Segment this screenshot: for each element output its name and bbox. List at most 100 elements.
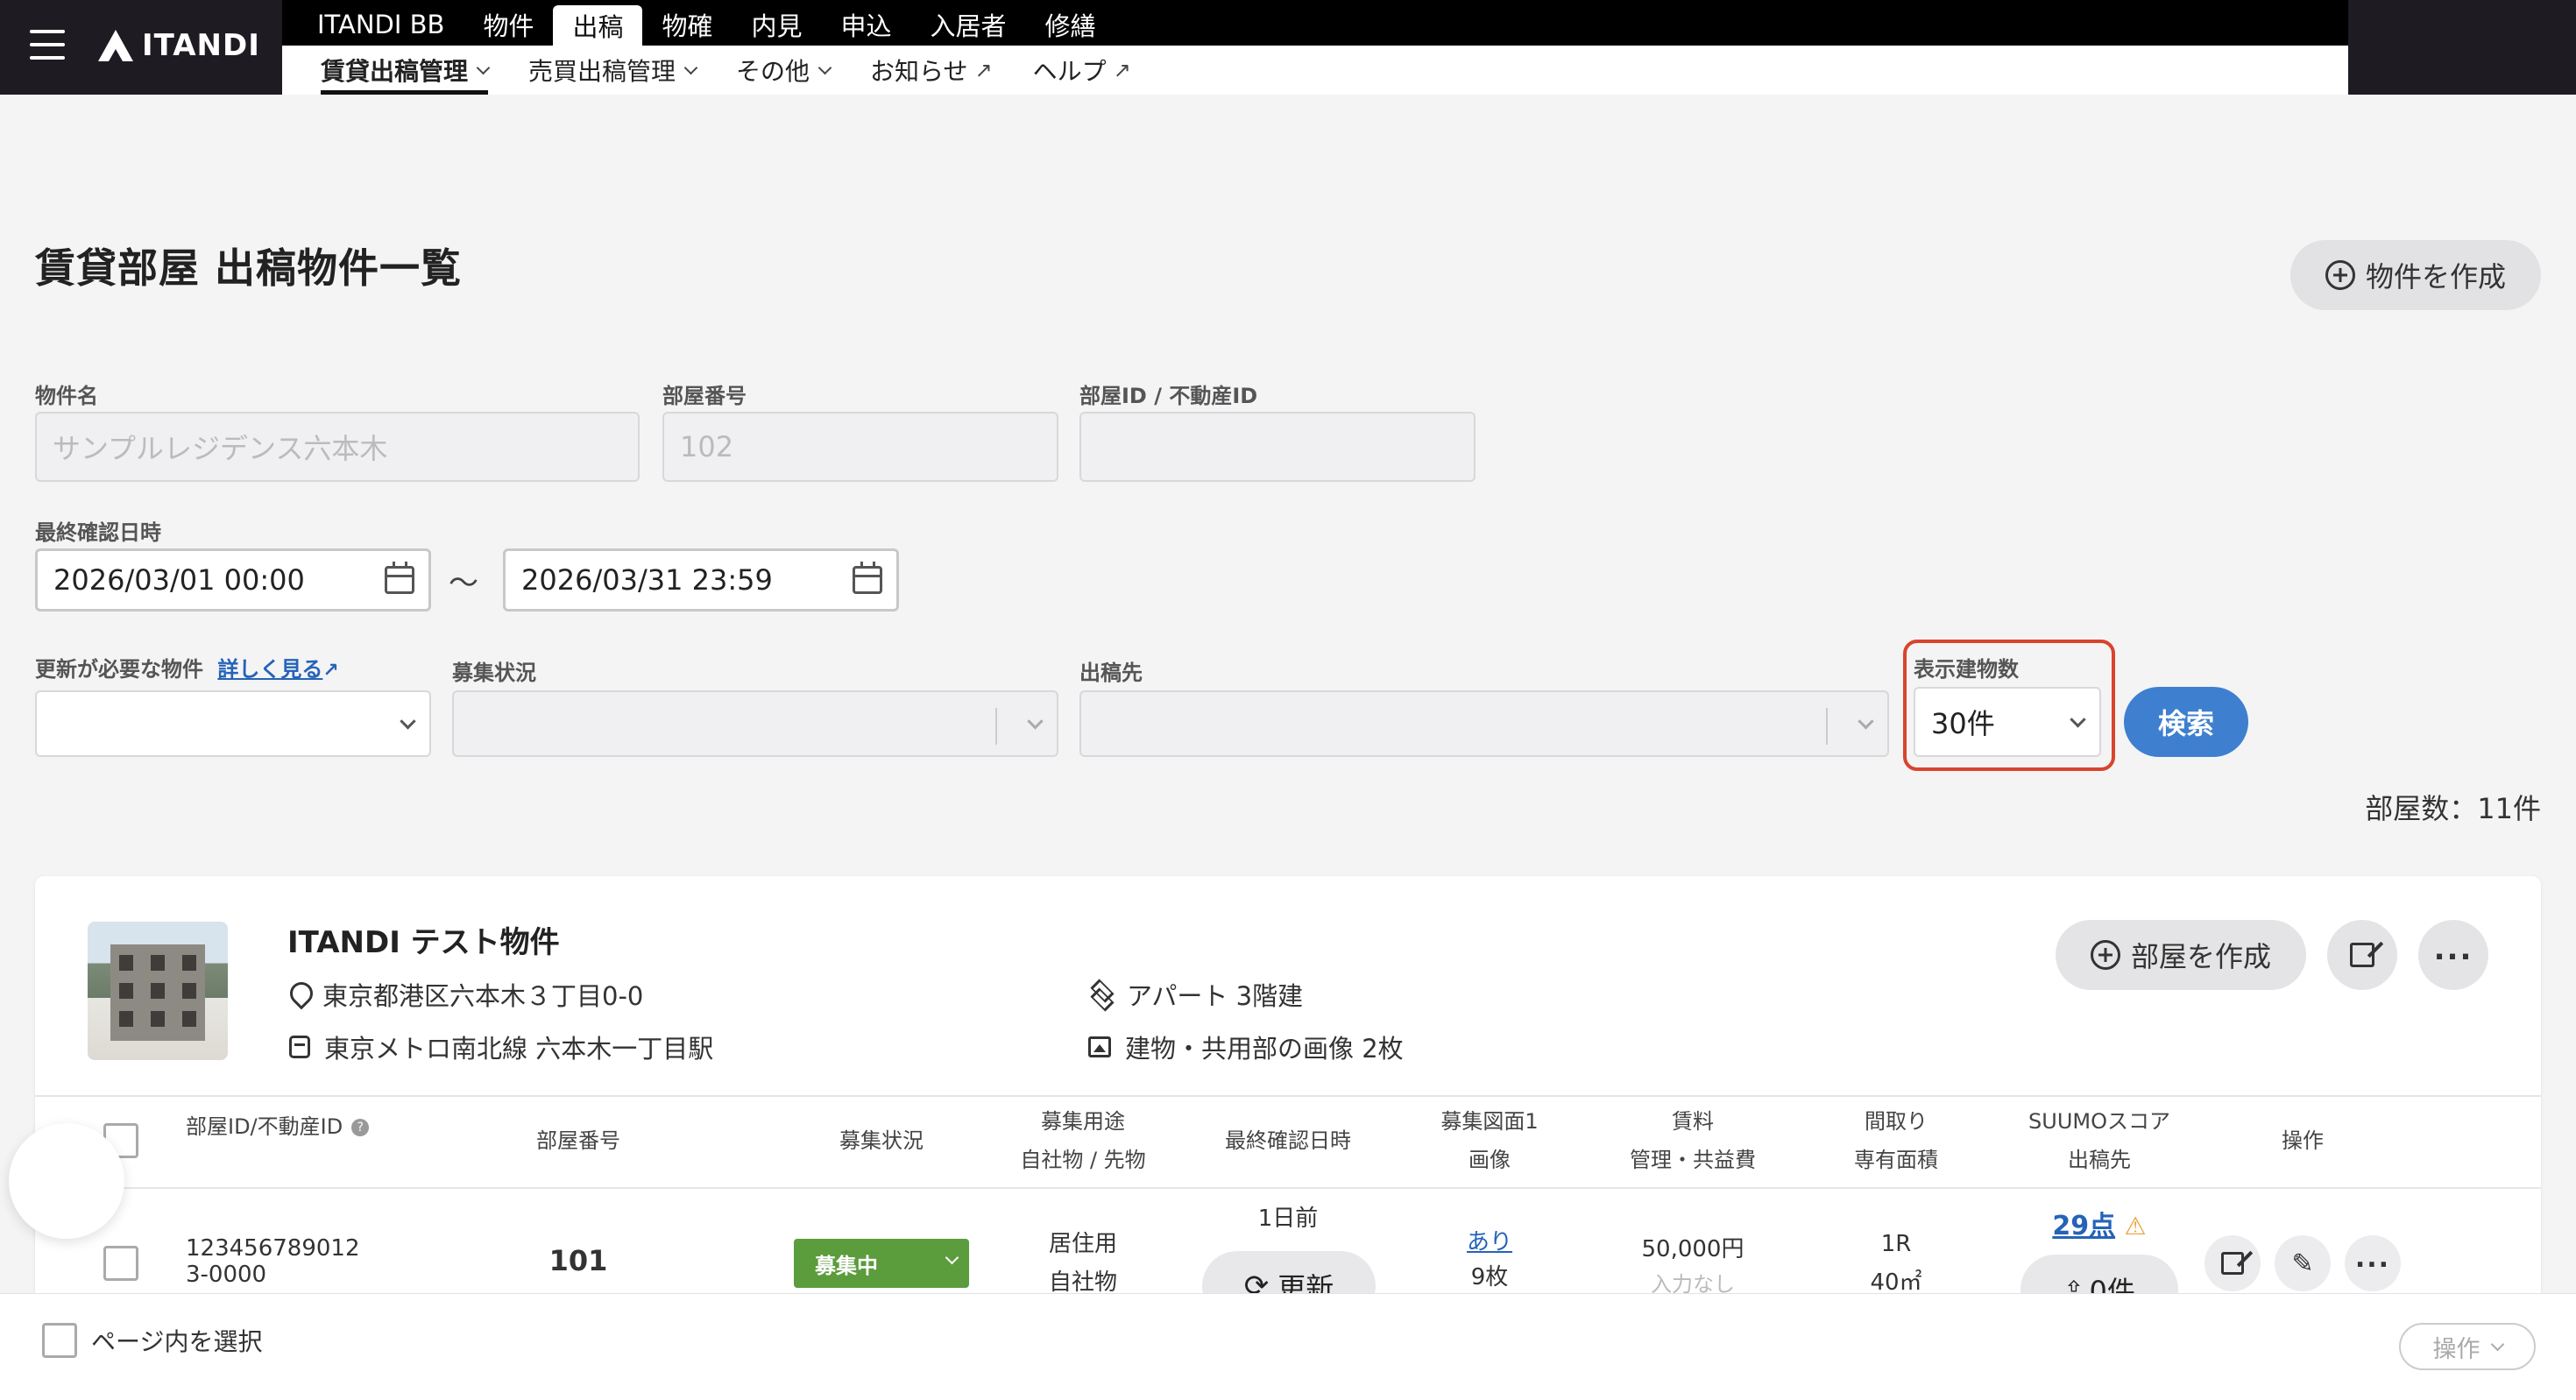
recruit-status-select[interactable] bbox=[452, 690, 1058, 757]
bulk-ops-button[interactable]: 操作 bbox=[2399, 1323, 2536, 1370]
create-room-button[interactable]: 部屋を作成 bbox=[2056, 920, 2306, 990]
header-last-confirmed: 最終確認日時 bbox=[1225, 1128, 1351, 1153]
plus-circle-icon bbox=[2325, 260, 2355, 290]
chevron-down-icon bbox=[945, 1250, 959, 1265]
edit-building-button[interactable] bbox=[2327, 920, 2397, 990]
header-plan-2: 画像 bbox=[1468, 1148, 1511, 1172]
header-status: 募集状況 bbox=[839, 1128, 924, 1153]
date-to-value: 2026/03/31 23:59 bbox=[521, 563, 773, 597]
more-options-button[interactable]: ... bbox=[2418, 920, 2488, 990]
room-id-label: 部屋ID / 不動産ID bbox=[1079, 384, 1258, 408]
create-property-button[interactable]: 物件を作成 bbox=[2290, 240, 2541, 310]
tab-listing[interactable]: 出稿 bbox=[553, 5, 643, 46]
header-usage: 募集用途 自社物 / 先物 bbox=[995, 1102, 1171, 1179]
highlight-box bbox=[1903, 640, 2115, 771]
subnav-news[interactable]: お知らせ ↗ bbox=[851, 46, 1014, 95]
header-layout-2: 専有面積 bbox=[1854, 1148, 1938, 1172]
subnav-sale-listing[interactable]: 売買出稿管理 bbox=[509, 46, 717, 95]
select-divider bbox=[1826, 708, 1828, 745]
destination-select[interactable] bbox=[1079, 690, 1889, 757]
card-divider bbox=[35, 1095, 2541, 1097]
subnav-label: ヘルプ bbox=[1032, 57, 1107, 86]
station-text: 東京メトロ南北線 六本木一丁目駅 bbox=[324, 1034, 714, 1064]
building-type: アパート 3階建 bbox=[1088, 976, 1303, 1013]
building-name: ITANDI テスト物件 bbox=[287, 925, 560, 960]
search-button[interactable]: 検索 bbox=[2124, 687, 2248, 757]
note-edit-icon: ✎ bbox=[2291, 1248, 2314, 1279]
subnav-label: 賃貸出稿管理 bbox=[321, 57, 469, 86]
building-name-label: 物件名 bbox=[35, 384, 98, 408]
subnav-rental-listing[interactable]: 賃貸出稿管理 bbox=[301, 46, 509, 95]
row-status-select[interactable]: 募集中 bbox=[794, 1239, 969, 1288]
more-dots-icon: ... bbox=[2354, 1242, 2391, 1274]
calendar-icon[interactable] bbox=[385, 562, 414, 594]
destination-label: 出稿先 bbox=[1079, 661, 1143, 685]
external-link-icon: ↗ bbox=[974, 58, 993, 82]
date-range-separator: 〜 bbox=[449, 566, 478, 601]
subnav-help[interactable]: ヘルプ ↗ bbox=[1014, 46, 1152, 95]
train-icon bbox=[289, 1036, 310, 1058]
row-status-text: 募集中 bbox=[815, 1253, 878, 1278]
date-to-input[interactable]: 2026/03/31 23:59 bbox=[503, 548, 899, 612]
row-last-confirmed: 1日前 bbox=[1257, 1206, 1319, 1232]
external-link-icon: ↗ bbox=[322, 660, 339, 682]
map-pin-icon bbox=[289, 982, 308, 1007]
tab-tenant[interactable]: 入居者 bbox=[911, 4, 1026, 46]
room-number-input[interactable]: 102 bbox=[662, 412, 1058, 482]
tab-property[interactable]: 物件 bbox=[464, 4, 553, 46]
header-rent: 賃料 管理・共益費 bbox=[1605, 1102, 1780, 1179]
chevron-down-icon bbox=[1027, 713, 1044, 730]
hamburger-menu-icon[interactable] bbox=[30, 30, 65, 60]
chevron-down-icon bbox=[817, 60, 832, 74]
tab-application[interactable]: 申込 bbox=[822, 4, 911, 46]
building-thumbnail[interactable] bbox=[88, 922, 228, 1060]
bulk-ops-label: 操作 bbox=[2432, 1335, 2480, 1363]
suumo-score-link[interactable]: 29点 bbox=[2052, 1211, 2115, 1241]
help-icon[interactable]: ? bbox=[351, 1119, 370, 1136]
floating-action-button[interactable] bbox=[9, 1123, 124, 1239]
needs-update-select[interactable] bbox=[35, 690, 431, 757]
header-suumo-1: SUUMOスコア bbox=[2028, 1109, 2170, 1134]
tab-viewing[interactable]: 内見 bbox=[732, 4, 822, 46]
header-ops: 操作 bbox=[2282, 1128, 2324, 1153]
header-room-id-text: 部屋ID/不動産ID bbox=[186, 1114, 343, 1139]
logo-text: ITANDI bbox=[142, 28, 260, 63]
row-more-button[interactable]: ... bbox=[2345, 1235, 2401, 1291]
row-note-button[interactable]: ✎ bbox=[2275, 1235, 2331, 1291]
itandi-logo[interactable]: ITANDI bbox=[98, 26, 260, 65]
building-name-input[interactable]: サンプルレジデンス六本木 bbox=[35, 412, 640, 482]
tab-confirm[interactable]: 物確 bbox=[642, 4, 732, 46]
row-checkbox[interactable] bbox=[103, 1246, 138, 1281]
tab-repair[interactable]: 修繕 bbox=[1026, 4, 1115, 46]
room-id-input[interactable] bbox=[1079, 412, 1476, 482]
row-usage: 居住用 自社物 bbox=[995, 1225, 1171, 1302]
edit-icon bbox=[2221, 1252, 2244, 1275]
select-page-checkbox[interactable] bbox=[42, 1323, 77, 1358]
plan-link[interactable]: あり bbox=[1402, 1225, 1577, 1260]
select-page-control[interactable]: ページ内を選択 bbox=[42, 1323, 262, 1358]
recruit-status-label: 募集状況 bbox=[452, 661, 536, 685]
building-address: 東京都港区六本木３丁目0-0 bbox=[289, 976, 643, 1013]
address-text: 東京都港区六本木３丁目0-0 bbox=[322, 981, 644, 1011]
image-icon bbox=[1088, 1036, 1111, 1057]
date-from-input[interactable]: 2026/03/01 00:00 bbox=[35, 548, 431, 612]
create-room-label: 部屋を作成 bbox=[2130, 940, 2271, 973]
layout-value: 1R bbox=[1880, 1231, 1912, 1257]
header-plan: 募集図面1 画像 bbox=[1402, 1102, 1577, 1179]
row-plan: あり 9枚 bbox=[1402, 1225, 1577, 1295]
row-edit-button[interactable] bbox=[2204, 1235, 2261, 1291]
calendar-icon[interactable] bbox=[853, 562, 882, 594]
page-title: 賃貸部屋 出稿物件一覧 bbox=[35, 244, 463, 292]
chevron-down-icon bbox=[400, 713, 416, 730]
header-suumo-2: 出稿先 bbox=[2068, 1148, 2131, 1172]
subnav-other[interactable]: その他 bbox=[717, 46, 851, 95]
row-room-id: 1234567890123-0000 bbox=[186, 1235, 360, 1288]
date-from-value: 2026/03/01 00:00 bbox=[53, 563, 305, 597]
details-link[interactable]: 詳しく見る bbox=[217, 657, 322, 682]
tab-itandi-bb[interactable]: ITANDI BB bbox=[298, 4, 464, 46]
create-property-label: 物件を作成 bbox=[2365, 260, 2506, 293]
chevron-down-icon bbox=[683, 60, 698, 74]
building-images-text: 建物・共用部の画像 2枚 bbox=[1125, 1034, 1404, 1064]
header-divider bbox=[35, 1187, 2541, 1189]
header-room-number: 部屋番号 bbox=[536, 1128, 620, 1153]
